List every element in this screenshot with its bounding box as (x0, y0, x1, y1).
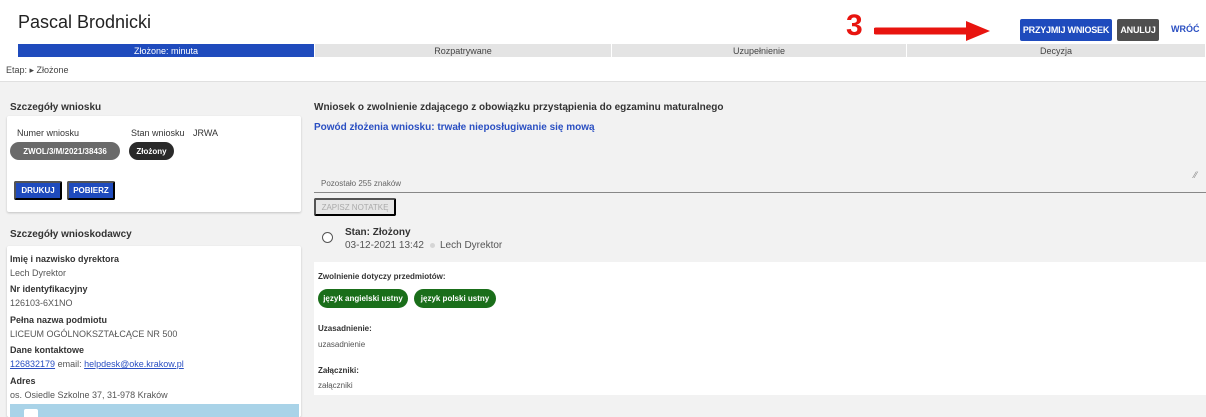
email-prefix: email: (57, 359, 82, 369)
page-title: Pascal Brodnicki (18, 12, 152, 32)
cancel-button[interactable]: ANULUJ (1117, 19, 1159, 41)
jrwa-label: JRWA (193, 128, 219, 138)
id-number-label: Nr identyfikacyjny (10, 284, 88, 294)
print-button[interactable]: DRUKUJ (14, 181, 62, 200)
stage-supplement: Uzupełnienie (612, 44, 907, 57)
attachments-value: załączniki (318, 381, 353, 390)
status-history-title: Stan: Złożony (345, 227, 411, 238)
application-number-label: Numer wniosku (17, 128, 80, 138)
note-textarea[interactable] (314, 141, 1206, 193)
info-panel-checkbox[interactable] (24, 409, 38, 417)
application-title: Wniosek o zwolnienie zdającego z obowiąz… (314, 102, 724, 113)
annotation-arrow-icon (874, 21, 990, 41)
address-label: Adres (10, 376, 36, 386)
back-link[interactable]: WRÓĆ (1171, 24, 1200, 34)
email-link[interactable]: helpdesk@oke.krakow.pl (84, 359, 184, 369)
contact-value: 126832179 email: helpdesk@oke.krakow.pl (10, 359, 184, 369)
breadcrumb: Etap: ▸ Złożone (6, 65, 69, 75)
entity-name-value: LICEUM OGÓLNOKSZTAŁCĄCE NR 500 (10, 329, 178, 339)
status-badge: Złożony (129, 142, 174, 160)
application-number-chip: ZWOL/3/M/2021/38436 (10, 142, 120, 160)
status-details-panel (314, 262, 1206, 395)
director-name-value: Lech Dyrektor (10, 268, 67, 278)
stage-decision: Decyzja (907, 44, 1206, 57)
subjects-label: Zwolnienie dotyczy przedmiotów: (318, 272, 446, 281)
resize-handle-icon[interactable]: ⁄⁄ (1194, 170, 1197, 180)
id-number-value: 126103-6X1NO (10, 298, 73, 308)
download-button[interactable]: POBIERZ (67, 181, 115, 200)
stage-progress-bar: Złożone: minuta Rozpatrywane Uzupełnieni… (18, 44, 1206, 57)
phone-link[interactable]: 126832179 (10, 359, 55, 369)
status-history-user: Lech Dyrektor (440, 240, 503, 251)
subject-chip: język angielski ustny (318, 289, 408, 308)
contact-label: Dane kontaktowe (10, 345, 85, 355)
justification-label: Uzasadnienie: (318, 324, 372, 333)
subject-chip: język polski ustny (414, 289, 496, 308)
info-panel (10, 404, 299, 417)
application-reason: Powód złożenia wniosku: trwałe nieposług… (314, 122, 595, 133)
justification-value: uzasadnienie (318, 340, 366, 349)
stage-submitted: Złożone: minuta (18, 44, 315, 57)
application-details-heading: Szczegóły wniosku (10, 102, 102, 113)
chars-remaining: Pozostało 255 znaków (321, 179, 402, 188)
status-history-date: 03-12-2021 13:42 (345, 240, 424, 251)
entity-name-label: Pełna nazwa podmiotu (10, 315, 108, 325)
address-value: os. Osiedle Szkolne 37, 31-978 Kraków (10, 390, 168, 400)
applicant-details-heading: Szczegóły wnioskodawcy (10, 229, 132, 240)
director-name-label: Imię i nazwisko dyrektora (10, 254, 120, 264)
application-status-label: Stan wniosku (131, 128, 185, 138)
stage-under-review: Rozpatrywane (315, 44, 612, 57)
separator-dot-icon (430, 243, 435, 248)
attachments-label: Załączniki: (318, 366, 359, 375)
save-note-button[interactable]: ZAPISZ NOTATKĘ (314, 198, 396, 216)
accept-application-button[interactable]: PRZYJMIJ WNIOSEK (1020, 19, 1112, 41)
annotation-step-number: 3 (846, 9, 863, 42)
status-radio[interactable] (322, 232, 333, 243)
